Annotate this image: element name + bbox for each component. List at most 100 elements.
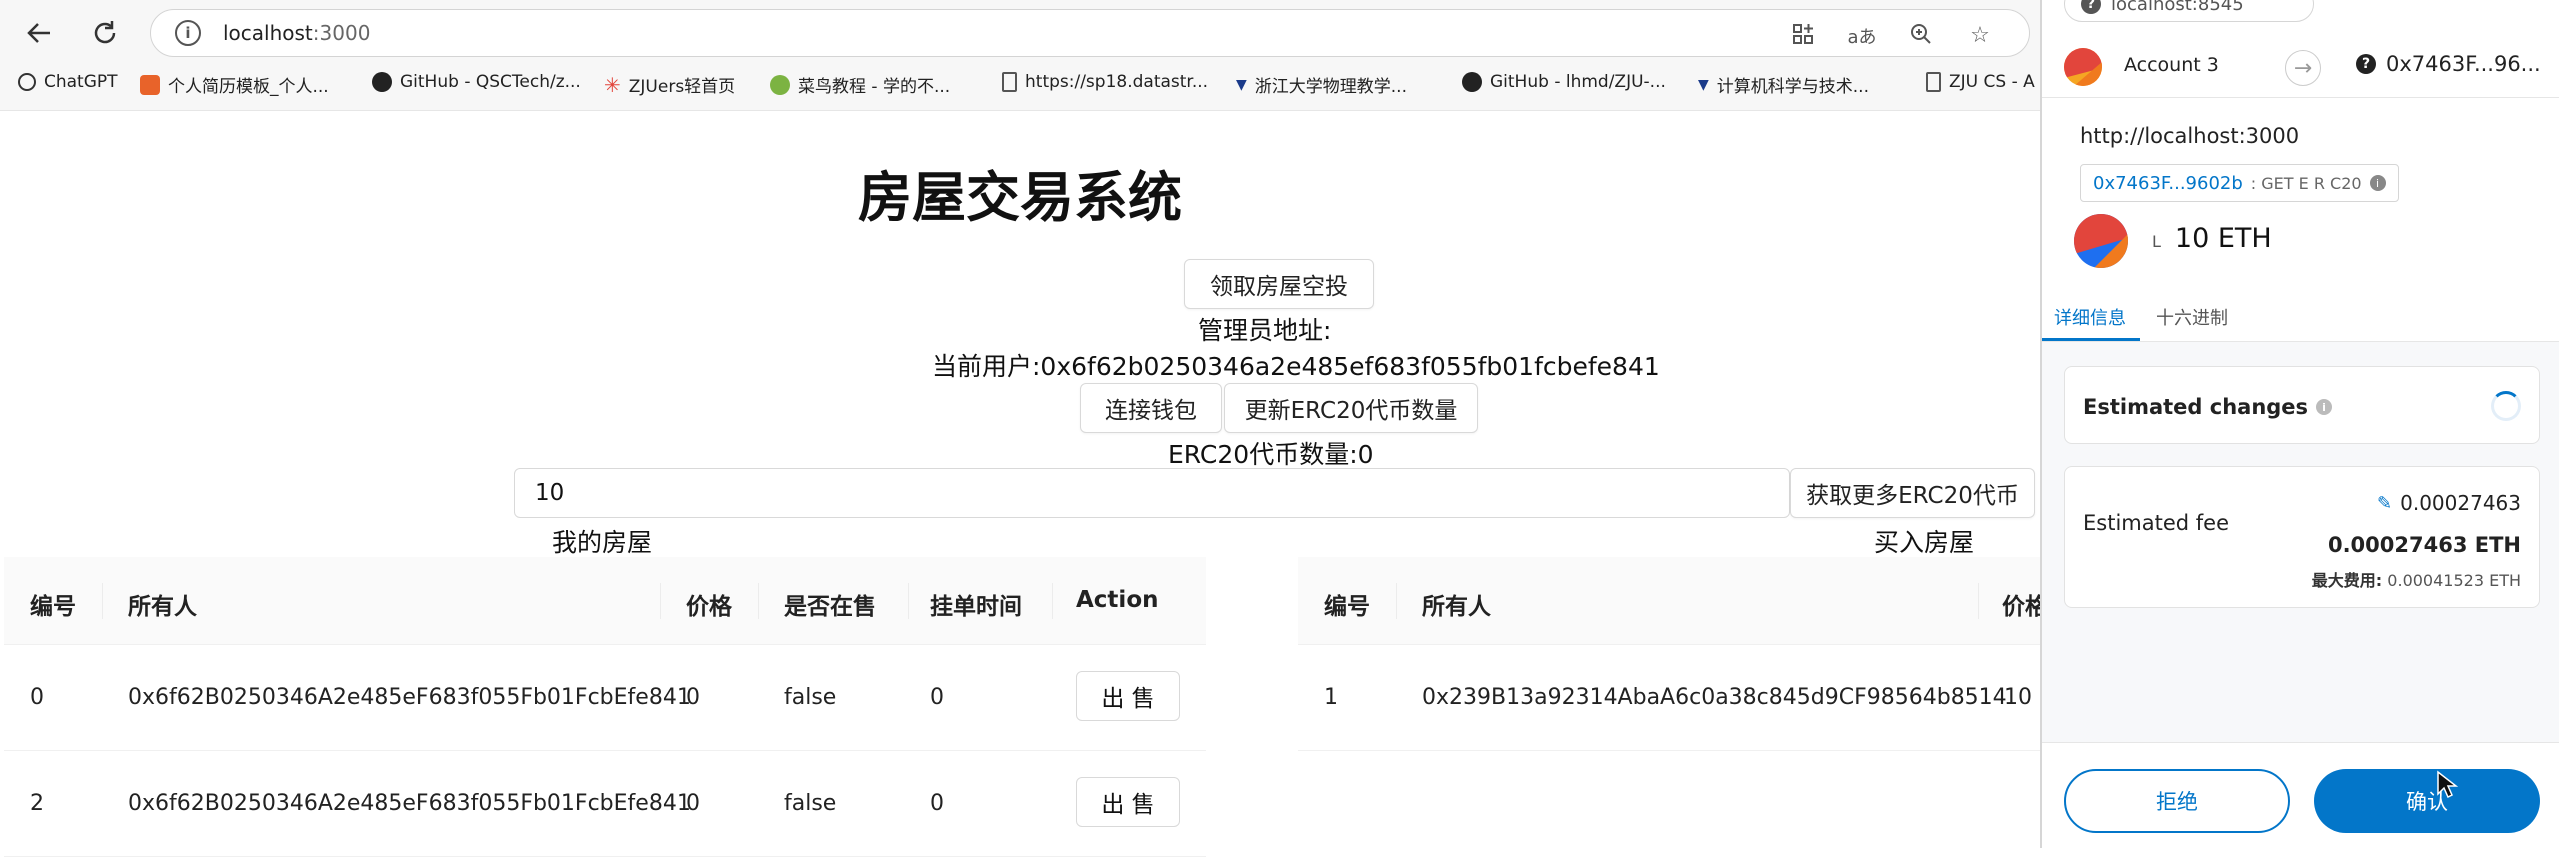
table-row: 1 0x239B13a92314AbaA6c0a38c845d9CF98564b… xyxy=(1298,645,2040,751)
max-fee-label: 最大费用: xyxy=(2311,571,2383,590)
page-title: 房屋交易系统 xyxy=(858,166,1182,229)
bookmark-label: https://sp18.datastr... xyxy=(1025,72,1209,92)
address-url: localhost:3000 xyxy=(223,21,370,45)
token-amount-value: 10 xyxy=(535,480,565,506)
account-avatar xyxy=(2064,48,2102,86)
airdrop-button[interactable]: 领取房屋空投 xyxy=(1184,259,1374,309)
amount-prefix: L xyxy=(2152,232,2161,251)
edit-pencil-icon[interactable]: ✎ xyxy=(2377,493,2392,514)
address-bar[interactable]: i localhost:3000 aあ ☆ xyxy=(150,9,2030,57)
bookmark-label: GitHub - QSCTech/z... xyxy=(400,72,581,92)
network-name: localhost:8545 xyxy=(2111,0,2244,15)
transaction-amount: L 10 ETH xyxy=(2152,223,2272,254)
estimated-changes-title: Estimated changes i xyxy=(2083,395,2333,419)
github-icon xyxy=(1462,72,1482,92)
max-fee: 最大费用: 0.00041523 ETH xyxy=(2312,567,2521,591)
translate-icon[interactable]: aあ xyxy=(1847,23,1877,49)
house-list-time: 0 xyxy=(930,791,944,816)
mouse-cursor-icon xyxy=(2437,770,2458,799)
update-erc20-button[interactable]: 更新ERC20代币数量 xyxy=(1224,383,1478,433)
bookmark-label: ZJU CS - A xyxy=(1949,72,2035,92)
token-avatar xyxy=(2074,214,2128,268)
buy-houses-title: 买入房屋 xyxy=(1874,528,1975,557)
contract-address: 0x7463F...9602b xyxy=(2093,172,2243,194)
estimated-changes-label: Estimated changes xyxy=(2083,395,2309,419)
page-content: 房屋交易系统 领取房屋空投 管理员地址: 当前用户:0x6f62b0250346… xyxy=(0,110,2040,857)
bookmark-item[interactable]: https://sp18.datastr... xyxy=(1002,72,1208,92)
bookmark-item[interactable]: 个人简历模板_个人... xyxy=(140,72,329,97)
column-header: 价格 xyxy=(686,594,732,620)
origin-url: http://localhost:3000 xyxy=(2080,124,2300,148)
wallet-footer: 拒绝 确认 xyxy=(2042,742,2559,848)
zoom-icon[interactable] xyxy=(1906,23,1936,51)
house-on-sale: false xyxy=(784,685,837,710)
info-icon: i xyxy=(2316,399,2333,415)
confirm-button[interactable]: 确认 xyxy=(2314,769,2540,833)
house-price: 0 xyxy=(686,791,700,816)
bookmark-item[interactable]: GitHub - lhmd/ZJU-... xyxy=(1462,72,1666,92)
back-icon[interactable] xyxy=(18,12,60,54)
house-list-time: 0 xyxy=(930,685,944,710)
bookmark-item[interactable]: ✳ ZJUers轻首页 xyxy=(604,72,735,98)
fee-edit[interactable]: ✎ 0.00027463 xyxy=(2377,491,2521,515)
column-header: 价格 xyxy=(2002,594,2040,620)
reload-icon[interactable] xyxy=(84,12,126,54)
bookmark-label: 浙江大学物理教学... xyxy=(1254,77,1407,97)
sell-button[interactable]: 出 售 xyxy=(1076,671,1180,721)
house-price: 0 xyxy=(686,685,700,710)
recipient-address[interactable]: ? 0x7463F...96... xyxy=(2356,52,2541,76)
column-header: 是否在售 xyxy=(784,594,876,620)
connect-wallet-button[interactable]: 连接钱包 xyxy=(1080,383,1222,433)
openai-icon xyxy=(18,73,36,91)
bookmark-item[interactable]: 菜鸟教程 - 学的不... xyxy=(770,72,950,97)
account-row: Account 3 → ? 0x7463F...96... xyxy=(2042,36,2559,98)
star-icon[interactable]: ☆ xyxy=(1965,23,1995,48)
page-icon xyxy=(1002,72,1017,92)
bookmark-item[interactable]: GitHub - QSCTech/z... xyxy=(372,72,581,92)
page-icon xyxy=(1926,72,1941,92)
amount-value: 10 ETH xyxy=(2174,223,2272,254)
zju-star-icon: ✳ xyxy=(604,72,621,97)
bookmark-label: 个人简历模板_个人... xyxy=(168,77,329,97)
bookmark-label: GitHub - lhmd/ZJU-... xyxy=(1490,72,1666,92)
active-tab-underline xyxy=(2042,338,2140,341)
bookmark-item[interactable]: ZJU CS - A xyxy=(1926,72,2035,92)
estimated-fee-label: Estimated fee xyxy=(2083,511,2229,535)
max-fee-value: 0.00041523 ETH xyxy=(2387,571,2521,590)
reject-button[interactable]: 拒绝 xyxy=(2064,769,2290,833)
house-on-sale: false xyxy=(784,791,837,816)
current-user-text: 当前用户:0x6f62b0250346a2e485ef683f055fb01fc… xyxy=(932,352,1660,381)
github-icon xyxy=(372,72,392,92)
wallet-tabs: 详细信息 十六进制 xyxy=(2042,296,2559,342)
url-port: :3000 xyxy=(312,21,371,45)
tab-hex[interactable]: 十六进制 xyxy=(2156,304,2228,330)
triangle-icon: ▼ xyxy=(1698,76,1709,93)
get-more-erc20-button[interactable]: 获取更多ERC20代币 xyxy=(1790,468,2035,518)
tab-details[interactable]: 详细信息 xyxy=(2054,304,2126,330)
fee-total: 0.00027463 ETH xyxy=(2327,533,2521,557)
house-id: 2 xyxy=(30,791,44,816)
apps-icon[interactable] xyxy=(1788,23,1818,51)
bookmark-item[interactable]: ▼ 浙江大学物理教学... xyxy=(1236,72,1407,98)
token-amount-input[interactable]: 10 xyxy=(514,468,1790,518)
resume-icon xyxy=(140,74,160,95)
sell-button[interactable]: 出 售 xyxy=(1076,777,1180,827)
arrow-right-icon: → xyxy=(2285,50,2321,86)
unknown-address-icon: ? xyxy=(2356,54,2376,74)
admin-address-label: 管理员地址: xyxy=(1198,316,1332,345)
bookmark-item[interactable]: ChatGPT xyxy=(18,72,118,92)
bookmark-item[interactable]: ▼ 计算机科学与技术... xyxy=(1698,72,1869,98)
column-header: Action xyxy=(1076,587,1159,613)
erc20-count-text: ERC20代币数量:0 xyxy=(1168,440,1374,469)
my-houses-title: 我的房屋 xyxy=(552,528,653,557)
site-info-icon[interactable]: i xyxy=(175,20,201,46)
network-pill[interactable]: ? localhost:8545 xyxy=(2064,0,2314,22)
contract-pill[interactable]: 0x7463F...9602b : GET E R C20 i xyxy=(2080,164,2399,202)
wallet-popup: ? localhost:8545 Account 3 → ? 0x7463F..… xyxy=(2040,0,2559,848)
url-host: localhost xyxy=(223,21,313,45)
table-row: 0 0x6f62B0250346A2e485eF683f055Fb01FcbEf… xyxy=(4,645,1206,751)
house-id: 1 xyxy=(1324,685,1338,710)
wallet-details: Estimated changes i Estimated fee ✎ 0.0002… xyxy=(2042,342,2559,742)
estimated-fee-card: Estimated fee ✎ 0.00027463 0.00027463 ETH… xyxy=(2064,466,2540,608)
recipient-address-text: 0x7463F...96... xyxy=(2386,52,2541,76)
